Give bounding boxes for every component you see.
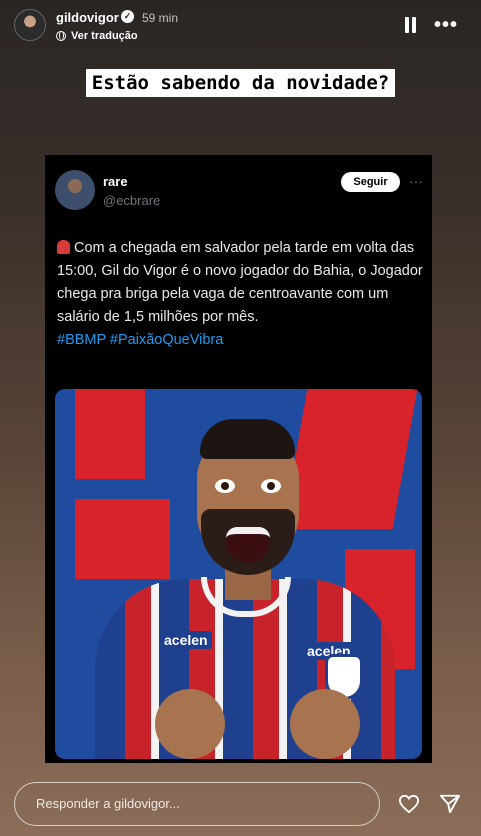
- tweet-text: Com a chegada em salvador pela tarde em …: [57, 237, 425, 352]
- reply-input[interactable]: Responder a gildovigor...: [14, 782, 380, 826]
- verified-icon: ✓: [121, 10, 134, 23]
- username[interactable]: gildovigor: [56, 10, 119, 25]
- story-header: gildovigor ✓ 59 min Ver tradução •••: [0, 0, 481, 50]
- globe-icon: [56, 31, 66, 41]
- more-options-icon[interactable]: •••: [434, 14, 458, 37]
- story-caption: Estão sabendo da novidade?: [0, 69, 481, 97]
- hair: [200, 419, 295, 459]
- player-figure: acelen acelen: [85, 399, 395, 759]
- send-icon[interactable]: [439, 793, 461, 815]
- follow-button: Seguir: [341, 172, 400, 192]
- eye: [215, 479, 235, 493]
- translate-label: Ver tradução: [71, 30, 138, 42]
- tweet-avatar: [55, 170, 95, 210]
- avatar[interactable]: [14, 9, 46, 41]
- tweet-image: acelen acelen: [55, 389, 422, 759]
- tweet-hashtags: #BBMP #PaixãoQueVibra: [57, 332, 224, 348]
- tweet-card: rare @ecbrare Seguir ··· Com a chegada e…: [45, 155, 432, 763]
- tweet-more-icon: ···: [409, 173, 423, 189]
- siren-icon: [57, 240, 70, 254]
- post-time: 59 min: [142, 11, 179, 25]
- hand: [290, 689, 360, 759]
- sponsor-logo: acelen: [160, 631, 212, 649]
- tweet-author-name: rare: [103, 174, 128, 189]
- tweet-author-handle: @ecbrare: [103, 193, 161, 208]
- tweet-body: Com a chegada em salvador pela tarde em …: [57, 240, 423, 325]
- pause-icon[interactable]: [403, 17, 417, 33]
- reply-placeholder: Responder a gildovigor...: [36, 796, 180, 811]
- caption-text: Estão sabendo da novidade?: [85, 69, 396, 97]
- translate-link[interactable]: Ver tradução: [56, 30, 138, 42]
- heart-icon[interactable]: [398, 794, 420, 814]
- eye: [261, 479, 281, 493]
- hand: [155, 689, 225, 759]
